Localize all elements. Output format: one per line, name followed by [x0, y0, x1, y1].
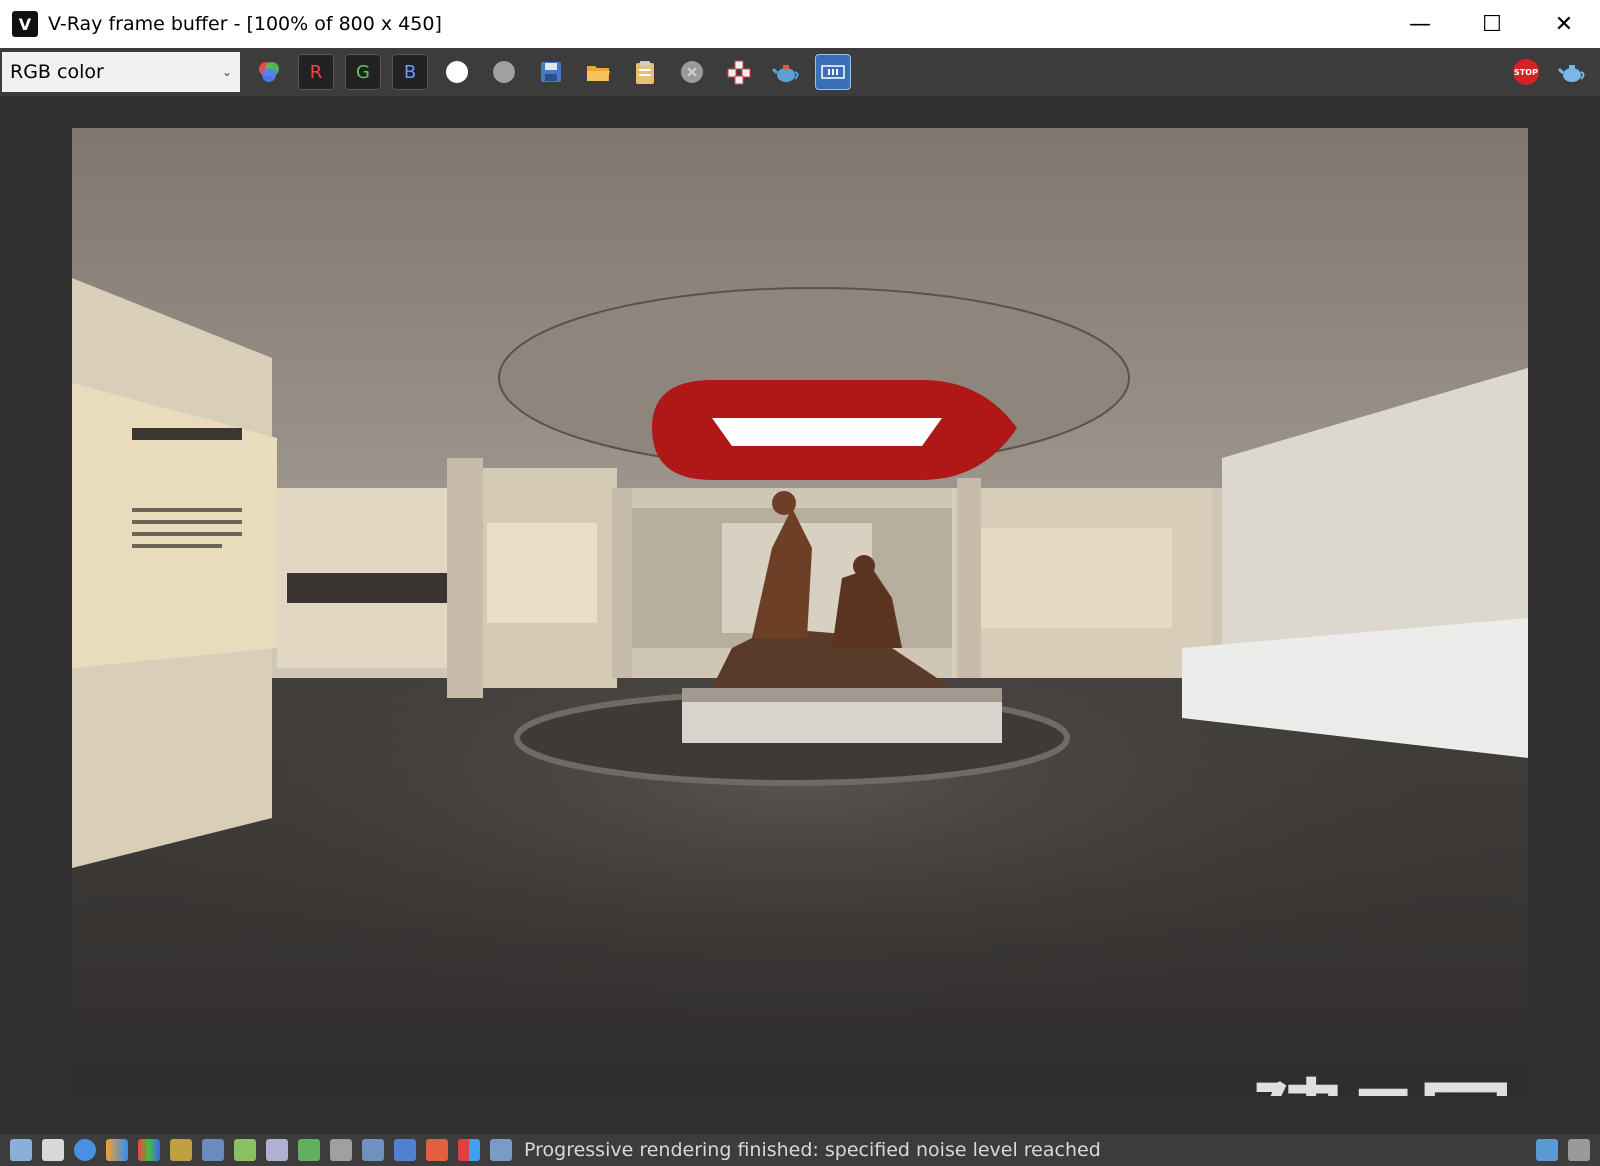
gray-circle-icon — [493, 61, 515, 83]
background-image-icon[interactable] — [298, 1139, 320, 1161]
toolbar-right: STOP — [1498, 54, 1590, 90]
copy-to-clipboard-button[interactable] — [627, 54, 663, 90]
vfb-history-button[interactable] — [815, 54, 851, 90]
status-bar-right — [1526, 1139, 1590, 1161]
info-icon[interactable] — [74, 1139, 96, 1161]
compare-icon[interactable] — [426, 1139, 448, 1161]
green-channel-button[interactable]: G — [345, 54, 381, 90]
close-button[interactable]: ✕ — [1528, 0, 1600, 48]
window-title: V-Ray frame buffer - [100% of 800 x 450] — [48, 13, 442, 35]
rendered-image: 建E网 — [72, 128, 1528, 1096]
folder-icon — [587, 66, 610, 81]
chevron-down-icon: ⌄ — [221, 65, 232, 79]
clear-image-button[interactable] — [674, 54, 710, 90]
maximize-button[interactable]: ☐ — [1456, 0, 1528, 48]
history-filmstrip-icon — [821, 65, 845, 79]
history-icon[interactable] — [394, 1139, 416, 1161]
display-icon[interactable] — [10, 1139, 32, 1161]
channel-select[interactable]: RGB color ⌄ — [2, 52, 240, 92]
stamp-icon[interactable] — [490, 1139, 512, 1161]
white-circle-icon — [446, 61, 468, 83]
clipboard-icon — [636, 61, 654, 84]
floppy-disk-icon — [541, 62, 561, 82]
clear-x-circle-icon — [681, 61, 703, 83]
monochrome-button[interactable] — [486, 54, 522, 90]
minimize-button[interactable]: — — [1384, 0, 1456, 48]
dock-icon[interactable] — [1536, 1139, 1558, 1161]
exhibition-hall-render — [72, 128, 1528, 1096]
load-image-button[interactable] — [580, 54, 616, 90]
save-image-button[interactable] — [533, 54, 569, 90]
window-controls: — ☐ ✕ — [1384, 0, 1600, 48]
ab-compare-icon[interactable] — [458, 1139, 480, 1161]
render-button[interactable] — [1554, 54, 1590, 90]
track-mouse-button[interactable] — [721, 54, 757, 90]
curve-icon[interactable] — [330, 1139, 352, 1161]
channel-select-value: RGB color — [10, 61, 104, 83]
color-circles-icon — [259, 62, 279, 82]
stop-sign-icon: STOP — [1513, 59, 1539, 85]
color-correction-icon[interactable] — [106, 1139, 128, 1161]
list-icon[interactable] — [42, 1139, 64, 1161]
toolbar: RGB color ⌄ R G B STOP — [0, 48, 1600, 96]
title-bar: V V-Ray frame buffer - [100% of 800 x 45… — [0, 0, 1600, 48]
vray-logo-icon: V — [12, 11, 38, 37]
expand-icon[interactable] — [1568, 1139, 1590, 1161]
watermark-logo: 建E网 — [1252, 1048, 1516, 1096]
region-select-icon — [727, 60, 751, 85]
teapot-icon — [772, 65, 799, 82]
red-channel-button[interactable]: R — [298, 54, 334, 90]
render-viewport[interactable]: 建E网 — [0, 96, 1600, 1134]
lens-effects-icon[interactable] — [266, 1139, 288, 1161]
status-bar: Progressive rendering finished: specifie… — [0, 1134, 1600, 1166]
curves-icon[interactable] — [234, 1139, 256, 1161]
view-alpha-button[interactable] — [439, 54, 475, 90]
color-channels-button[interactable] — [251, 54, 287, 90]
blue-channel-button[interactable]: B — [392, 54, 428, 90]
levels-icon[interactable] — [170, 1139, 192, 1161]
render-last-button[interactable] — [768, 54, 804, 90]
histogram-icon[interactable] — [202, 1139, 224, 1161]
stop-render-button[interactable]: STOP — [1508, 54, 1544, 90]
hsl-icon[interactable] — [138, 1139, 160, 1161]
status-message: Progressive rendering finished: specifie… — [524, 1139, 1101, 1161]
teapot-icon — [1558, 65, 1585, 82]
lut-icon[interactable] — [362, 1139, 384, 1161]
